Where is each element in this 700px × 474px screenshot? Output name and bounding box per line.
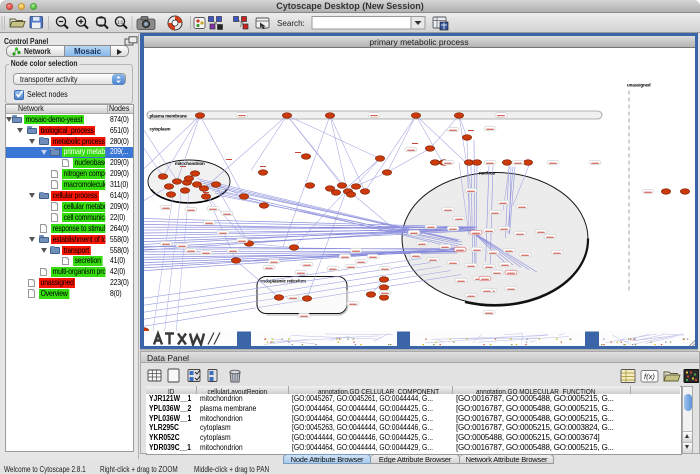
svg-text:cytoplasm: cytoplasm xyxy=(149,127,170,132)
svg-text:Search:: Search: xyxy=(277,17,305,27)
svg-text:unassigned: unassigned xyxy=(627,83,651,88)
svg-text:endoplasmic reticulum: endoplasmic reticulum xyxy=(260,279,306,284)
svg-text:f(x): f(x) xyxy=(644,372,655,381)
svg-text:plasma membrane: plasma membrane xyxy=(149,114,187,119)
svg-text:1:1: 1:1 xyxy=(117,19,124,24)
svg-text:mitochondrion: mitochondrion xyxy=(175,161,205,166)
